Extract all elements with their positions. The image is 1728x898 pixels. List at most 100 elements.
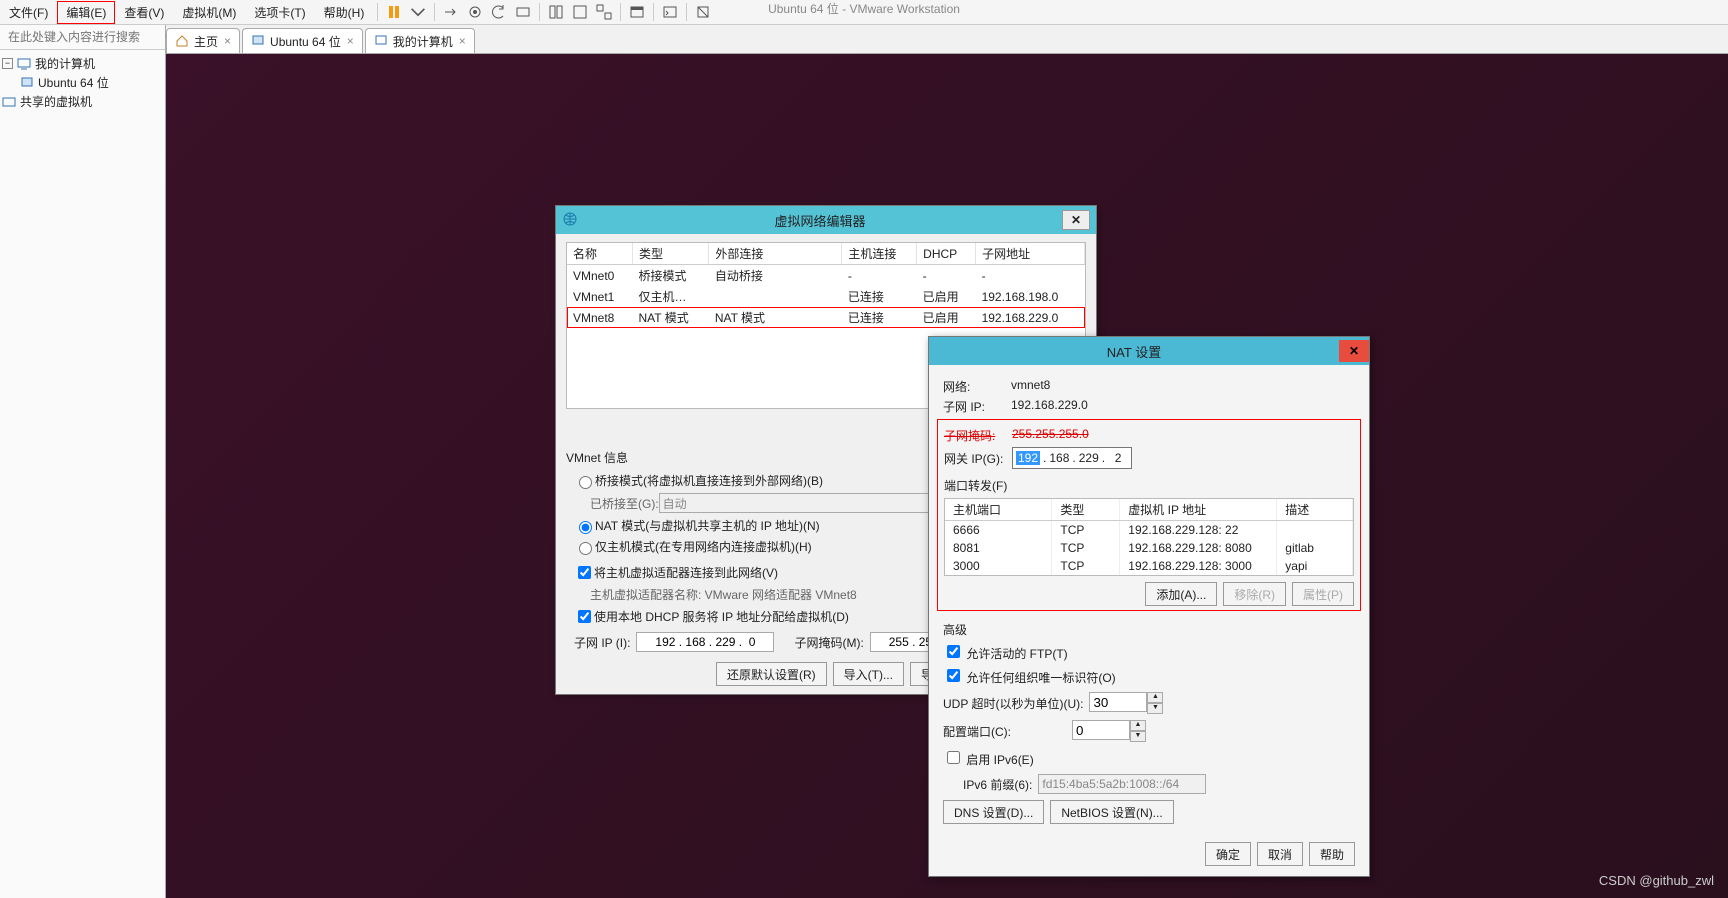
tree-root[interactable]: − 我的计算机 — [2, 54, 163, 73]
close-button[interactable]: ✕ — [1062, 210, 1090, 230]
table-row[interactable]: 6666TCP192.168.229.128: 22 — [945, 521, 1353, 540]
col-host[interactable]: 主机连接 — [842, 243, 917, 265]
udp-timeout-input[interactable] — [1089, 692, 1147, 712]
computer-icon — [374, 34, 388, 48]
udp-timeout-spinner[interactable]: ▲▼ — [1089, 692, 1163, 714]
table-row-selected[interactable]: VMnet8NAT 模式NAT 模式已连接已启用192.168.229.0 — [567, 307, 1085, 328]
vm-tree: − 我的计算机 Ubuntu 64 位 共享的虚拟机 — [0, 50, 165, 115]
table-row[interactable]: 8081TCP192.168.229.128: 8080gitlab — [945, 539, 1353, 557]
help-button[interactable]: 帮助 — [1309, 842, 1355, 866]
nat-radio[interactable] — [579, 521, 592, 534]
col-vmip[interactable]: 虚拟机 IP 地址 — [1120, 499, 1277, 521]
vm-icon — [20, 77, 34, 89]
tree-vm[interactable]: Ubuntu 64 位 — [2, 73, 163, 92]
close-icon[interactable]: × — [459, 34, 466, 48]
netbios-settings-button[interactable]: NetBIOS 设置(N)... — [1050, 800, 1173, 824]
ftp-label: 允许活动的 FTP(T) — [966, 647, 1067, 661]
col-type[interactable]: 类型 — [1052, 499, 1120, 521]
unity-icon[interactable] — [596, 4, 612, 20]
col-ext[interactable]: 外部连接 — [709, 243, 842, 265]
config-port-spinner[interactable]: ▲▼ — [1072, 720, 1146, 742]
col-hostport[interactable]: 主机端口 — [945, 499, 1052, 521]
revert-icon[interactable] — [491, 4, 507, 20]
nat-label: NAT 模式(与虚拟机共享主机的 IP 地址)(N) — [595, 517, 820, 534]
gateway-input[interactable]: 192.168.229. 2 — [1012, 447, 1132, 469]
close-icon[interactable]: × — [224, 34, 231, 48]
col-dhcp[interactable]: DHCP — [917, 243, 976, 265]
thumb-icon[interactable] — [629, 4, 645, 20]
subnet-ip-input[interactable] — [636, 632, 774, 652]
cancel-button[interactable]: 取消 — [1257, 842, 1303, 866]
collapse-icon[interactable]: − — [2, 58, 13, 69]
globe-icon — [562, 211, 578, 230]
vm-icon — [251, 34, 265, 48]
tab-home[interactable]: 主页 × — [166, 28, 240, 53]
dhcp-checkbox[interactable] — [578, 610, 591, 623]
table-row[interactable]: VMnet1仅主机…已连接已启用192.168.198.0 — [567, 286, 1085, 307]
import-button[interactable]: 导入(T)... — [833, 662, 904, 686]
close-icon[interactable]: × — [347, 34, 354, 48]
pause-icon[interactable] — [386, 4, 402, 20]
ipv6-prefix-input — [1038, 774, 1206, 794]
menu-tabs[interactable]: 选项卡(T) — [245, 1, 314, 24]
close-button[interactable]: ✕ — [1339, 340, 1369, 362]
col-name[interactable]: 名称 — [567, 243, 632, 265]
menu-vm[interactable]: 虚拟机(M) — [173, 1, 245, 24]
connect-adapter-checkbox[interactable] — [578, 566, 591, 579]
col-type[interactable]: 类型 — [632, 243, 708, 265]
tree-vm-label: Ubuntu 64 位 — [38, 74, 109, 91]
gateway-label: 网关 IP(G): — [944, 450, 1012, 467]
config-port-input[interactable] — [1072, 720, 1130, 740]
port-forward-table[interactable]: 主机端口 类型 虚拟机 IP 地址 描述 6666TCP192.168.229.… — [944, 498, 1354, 576]
col-subnet[interactable]: 子网地址 — [976, 243, 1085, 265]
add-button[interactable]: 添加(A)... — [1145, 582, 1217, 606]
bridge-to-label: 已桥接至(G): — [590, 495, 659, 512]
oui-checkbox[interactable] — [947, 669, 960, 682]
menu-help[interactable]: 帮助(H) — [315, 1, 374, 24]
console-icon[interactable] — [662, 4, 678, 20]
tab-vm[interactable]: Ubuntu 64 位 × — [242, 28, 363, 53]
subnet-mask-label: 子网掩码(M): — [794, 634, 863, 651]
ftp-checkbox[interactable] — [947, 645, 960, 658]
tab-mycomputer[interactable]: 我的计算机 × — [365, 28, 475, 53]
col-desc[interactable]: 描述 — [1277, 499, 1353, 521]
bridged-radio[interactable] — [579, 476, 592, 489]
manage-icon[interactable] — [515, 4, 531, 20]
menu-file[interactable]: 文件(F) — [0, 1, 57, 24]
dhcp-label: 使用本地 DHCP 服务将 IP 地址分配给虚拟机(D) — [594, 608, 849, 625]
port-forward-label: 端口转发(F) — [944, 477, 1354, 494]
dialog-titlebar[interactable]: 虚拟网络编辑器 ✕ — [556, 206, 1096, 234]
properties-button[interactable]: 属性(P) — [1292, 582, 1354, 606]
hostonly-label: 仅主机模式(在专用网络内连接虚拟机)(H) — [595, 538, 812, 555]
bridge-to-input — [659, 493, 967, 513]
dns-settings-button[interactable]: DNS 设置(D)... — [943, 800, 1044, 824]
ok-button[interactable]: 确定 — [1205, 842, 1251, 866]
network-value: vmnet8 — [1011, 378, 1050, 395]
ipv6-label: 启用 IPv6(E) — [966, 753, 1033, 767]
search-row: ▾ — [0, 25, 165, 50]
tree-root-label: 我的计算机 — [35, 55, 95, 72]
menu-view[interactable]: 查看(V) — [115, 1, 173, 24]
remove-button[interactable]: 移除(R) — [1223, 582, 1286, 606]
dialog-titlebar[interactable]: NAT 设置 ✕ — [929, 337, 1369, 365]
subnet-mask-value: 255.255.255.0 — [1012, 427, 1089, 444]
table-row[interactable]: VMnet0桥接模式自动桥接--- — [567, 265, 1085, 287]
dropdown-icon[interactable] — [410, 4, 426, 20]
snapshot-icon[interactable] — [467, 4, 483, 20]
tab-vm-label: Ubuntu 64 位 — [270, 33, 341, 50]
menu-edit[interactable]: 编辑(E) — [57, 1, 115, 24]
send-icon[interactable] — [443, 4, 459, 20]
fullscreen-icon[interactable] — [572, 4, 588, 20]
hostonly-radio[interactable] — [579, 542, 592, 555]
table-row[interactable]: 3000TCP192.168.229.128: 3000yapi — [945, 557, 1353, 575]
subnet-mask-label: 子网掩码: — [944, 427, 1012, 444]
fit-icon[interactable] — [548, 4, 564, 20]
restore-button[interactable]: 还原默认设置(R) — [716, 662, 827, 686]
search-input[interactable] — [6, 29, 165, 45]
oui-label: 允许任何组织唯一标识符(O) — [966, 671, 1115, 685]
ipv6-checkbox[interactable] — [947, 751, 960, 764]
tree-shared[interactable]: 共享的虚拟机 — [2, 92, 163, 111]
menubar: 文件(F) 编辑(E) 查看(V) 虚拟机(M) 选项卡(T) 帮助(H) — [0, 0, 1728, 25]
bridged-label: 桥接模式(将虚拟机直接连接到外部网络)(B) — [595, 472, 823, 489]
stretch-icon[interactable] — [695, 4, 711, 20]
